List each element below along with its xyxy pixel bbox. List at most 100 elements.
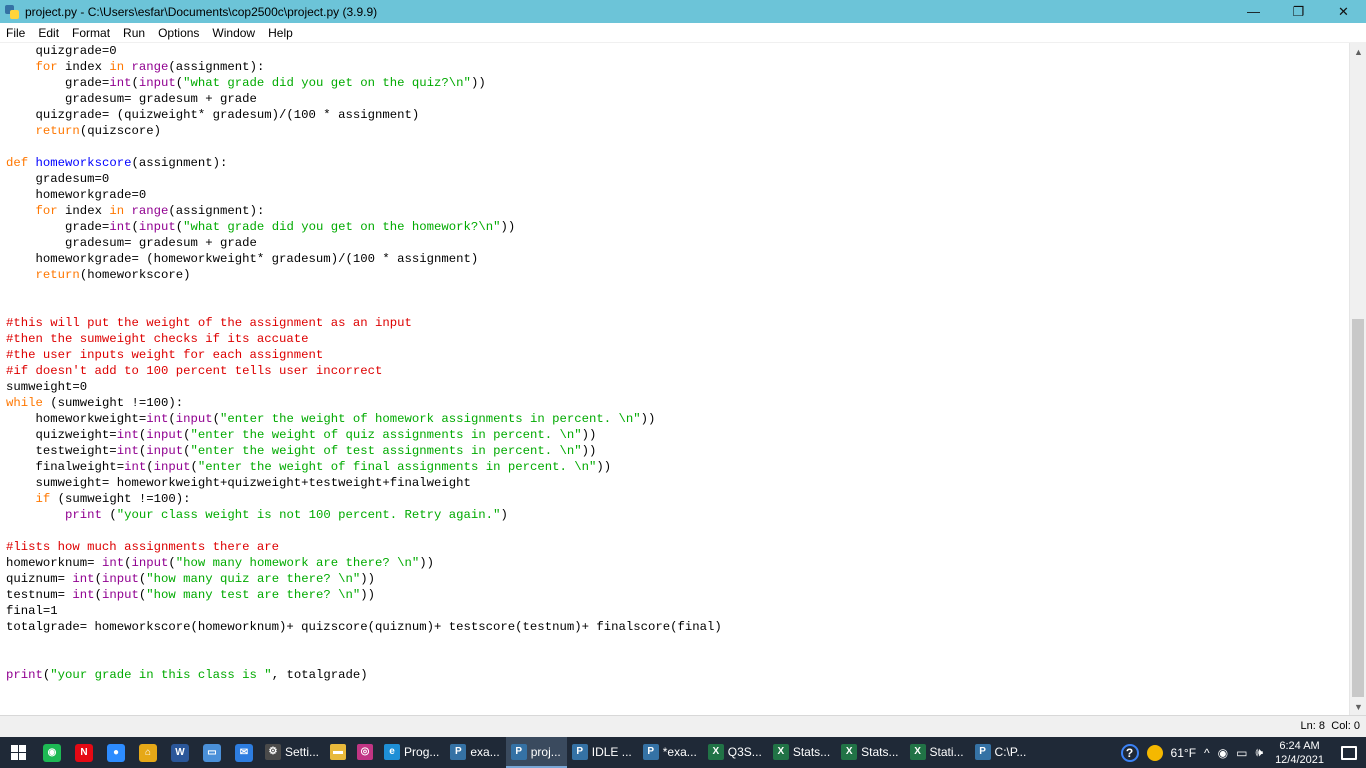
- code-line[interactable]: #the user inputs weight for each assignm…: [6, 347, 722, 363]
- taskbar-app[interactable]: P *exa...: [638, 737, 703, 768]
- menu-options[interactable]: Options: [152, 26, 206, 40]
- taskbar-app[interactable]: P C:\P...: [970, 737, 1033, 768]
- code-line[interactable]: testnum= int(input("how many test are th…: [6, 587, 722, 603]
- code-line[interactable]: grade=int(input("what grade did you get …: [6, 75, 722, 91]
- code-line[interactable]: #then the sumweight checks if its accuat…: [6, 331, 722, 347]
- code-line[interactable]: #this will put the weight of the assignm…: [6, 315, 722, 331]
- mail-icon[interactable]: ✉: [228, 737, 260, 768]
- code-line[interactable]: quizweight=int(input("enter the weight o…: [6, 427, 722, 443]
- code-line[interactable]: return(homeworkscore): [6, 267, 722, 283]
- code-line[interactable]: #if doesn't add to 100 percent tells use…: [6, 363, 722, 379]
- code-line[interactable]: gradesum= gradesum + grade: [6, 91, 722, 107]
- code-editor[interactable]: quizgrade=0 for index in range(assignmen…: [0, 43, 1349, 715]
- taskbar-app[interactable]: X Stati...: [905, 737, 970, 768]
- code-token: def: [6, 156, 29, 170]
- home-icon[interactable]: ⌂: [132, 737, 164, 768]
- code-line[interactable]: totalgrade= homeworkscore(homeworknum)+ …: [6, 619, 722, 635]
- menu-file[interactable]: File: [0, 26, 32, 40]
- code-line[interactable]: def homeworkscore(assignment):: [6, 155, 722, 171]
- code-line[interactable]: for index in range(assignment):: [6, 203, 722, 219]
- taskbar-app[interactable]: ⚙ Setti...: [260, 737, 325, 768]
- close-button[interactable]: ✕: [1321, 0, 1366, 23]
- code-text[interactable]: quizgrade=0 for index in range(assignmen…: [6, 43, 722, 683]
- temperature[interactable]: 61°F: [1167, 746, 1200, 760]
- code-line[interactable]: print("your grade in this class is ", to…: [6, 667, 722, 683]
- code-line[interactable]: [6, 523, 722, 539]
- taskbar-app[interactable]: Pexa...: [445, 737, 505, 768]
- vertical-scrollbar[interactable]: ▲ ▼: [1349, 43, 1366, 715]
- code-token: int: [72, 588, 95, 602]
- computer-icon[interactable]: ▭: [196, 737, 228, 768]
- volume-icon[interactable]: 🕪: [1252, 745, 1268, 760]
- code-line[interactable]: finalweight=int(input("enter the weight …: [6, 459, 722, 475]
- code-token: (homeworkscore): [79, 268, 191, 282]
- code-line[interactable]: final=1: [6, 603, 722, 619]
- scroll-down-arrow[interactable]: ▼: [1350, 698, 1366, 715]
- taskbar-app[interactable]: X Stats...: [768, 737, 836, 768]
- scroll-thumb[interactable]: [1352, 319, 1364, 697]
- spotify-icon[interactable]: ◉: [36, 737, 68, 768]
- code-line[interactable]: return(quizscore): [6, 123, 722, 139]
- taskbar-app[interactable]: Pproj...: [505, 737, 567, 768]
- code-line[interactable]: [6, 283, 722, 299]
- code-line[interactable]: quizgrade= (quizweight* gradesum)/(100 *…: [6, 107, 722, 123]
- code-line[interactable]: if (sumweight !=100):: [6, 491, 722, 507]
- code-line[interactable]: quiznum= int(input("how many quiz are th…: [6, 571, 722, 587]
- python-idle-icon: P: [974, 743, 991, 760]
- instagram-icon: ◎: [357, 743, 374, 760]
- battery-icon[interactable]: ▭: [1232, 746, 1251, 760]
- code-line[interactable]: homeworkgrade= (homeworkweight* gradesum…: [6, 251, 722, 267]
- code-line[interactable]: #lists how much assignments there are: [6, 539, 722, 555]
- taskbar-app[interactable]: X Q3S...: [703, 737, 768, 768]
- code-token: (: [146, 460, 154, 474]
- code-line[interactable]: gradesum=0: [6, 171, 722, 187]
- word-icon[interactable]: W: [164, 737, 196, 768]
- code-line[interactable]: [6, 299, 722, 315]
- code-line[interactable]: print ("your class weight is not 100 per…: [6, 507, 722, 523]
- code-line[interactable]: testweight=int(input("enter the weight o…: [6, 443, 722, 459]
- scroll-up-arrow[interactable]: ▲: [1350, 43, 1366, 60]
- code-line[interactable]: sumweight= homeworkweight+quizweight+tes…: [6, 475, 722, 491]
- code-line[interactable]: homeworkweight=int(input("enter the weig…: [6, 411, 722, 427]
- code-token: (: [212, 412, 221, 426]
- code-token: sumweight= homeworkweight+quizweight+tes…: [6, 476, 471, 490]
- code-line[interactable]: [6, 635, 722, 651]
- taskbar-app[interactable]: e Prog...: [379, 737, 445, 768]
- code-line[interactable]: quizgrade=0: [6, 43, 722, 59]
- code-token: homeworkweight=: [6, 412, 147, 426]
- taskbar-app[interactable]: X Stats...: [836, 737, 904, 768]
- menu-window[interactable]: Window: [206, 26, 262, 40]
- taskbar-app[interactable]: ▬: [325, 737, 352, 768]
- taskbar-app[interactable]: ◎: [352, 737, 379, 768]
- netflix-icon[interactable]: N: [68, 737, 100, 768]
- code-line[interactable]: homeworkgrade=0: [6, 187, 722, 203]
- clock[interactable]: 6:24 AM 12/4/2021: [1267, 739, 1332, 767]
- taskbar-app[interactable]: P IDLE ...: [567, 737, 638, 768]
- show-hidden-icons-chevron-icon[interactable]: ^: [1200, 746, 1214, 760]
- notification-icon[interactable]: [1332, 737, 1366, 768]
- menu-format[interactable]: Format: [66, 26, 117, 40]
- weather-icon[interactable]: [1143, 744, 1167, 761]
- code-token: input: [175, 412, 213, 426]
- code-line[interactable]: for index in range(assignment):: [6, 59, 722, 75]
- code-line[interactable]: homeworknum= int(input("how many homewor…: [6, 555, 722, 571]
- code-line[interactable]: while (sumweight !=100):: [6, 395, 722, 411]
- menu-run[interactable]: Run: [117, 26, 152, 40]
- code-line[interactable]: [6, 139, 722, 155]
- menu-help[interactable]: Help: [262, 26, 300, 40]
- computer-icon-glyph: ▭: [203, 743, 221, 762]
- help-icon[interactable]: ?: [1117, 743, 1143, 762]
- code-line[interactable]: grade=int(input("what grade did you get …: [6, 219, 722, 235]
- code-line[interactable]: [6, 651, 722, 667]
- maximize-button[interactable]: ❐: [1276, 0, 1321, 23]
- code-token: int: [109, 220, 132, 234]
- start-button[interactable]: [0, 737, 36, 768]
- code-line[interactable]: sumweight=0: [6, 379, 722, 395]
- meet-now-icon[interactable]: ◉: [1214, 746, 1232, 760]
- zoom-icon[interactable]: ●: [100, 737, 132, 768]
- minimize-button[interactable]: —: [1231, 0, 1276, 23]
- code-line[interactable]: gradesum= gradesum + grade: [6, 235, 722, 251]
- menu-edit[interactable]: Edit: [32, 26, 66, 40]
- code-token: int: [72, 572, 95, 586]
